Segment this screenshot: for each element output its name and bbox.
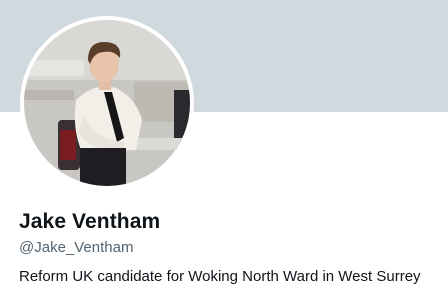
avatar-photo — [24, 20, 190, 186]
profile-display-name: Jake Ventham — [19, 210, 161, 233]
profile-bio: Reform UK candidate for Woking North War… — [19, 268, 421, 285]
avatar[interactable] — [20, 16, 194, 190]
profile-handle: @Jake_Ventham — [19, 239, 134, 256]
